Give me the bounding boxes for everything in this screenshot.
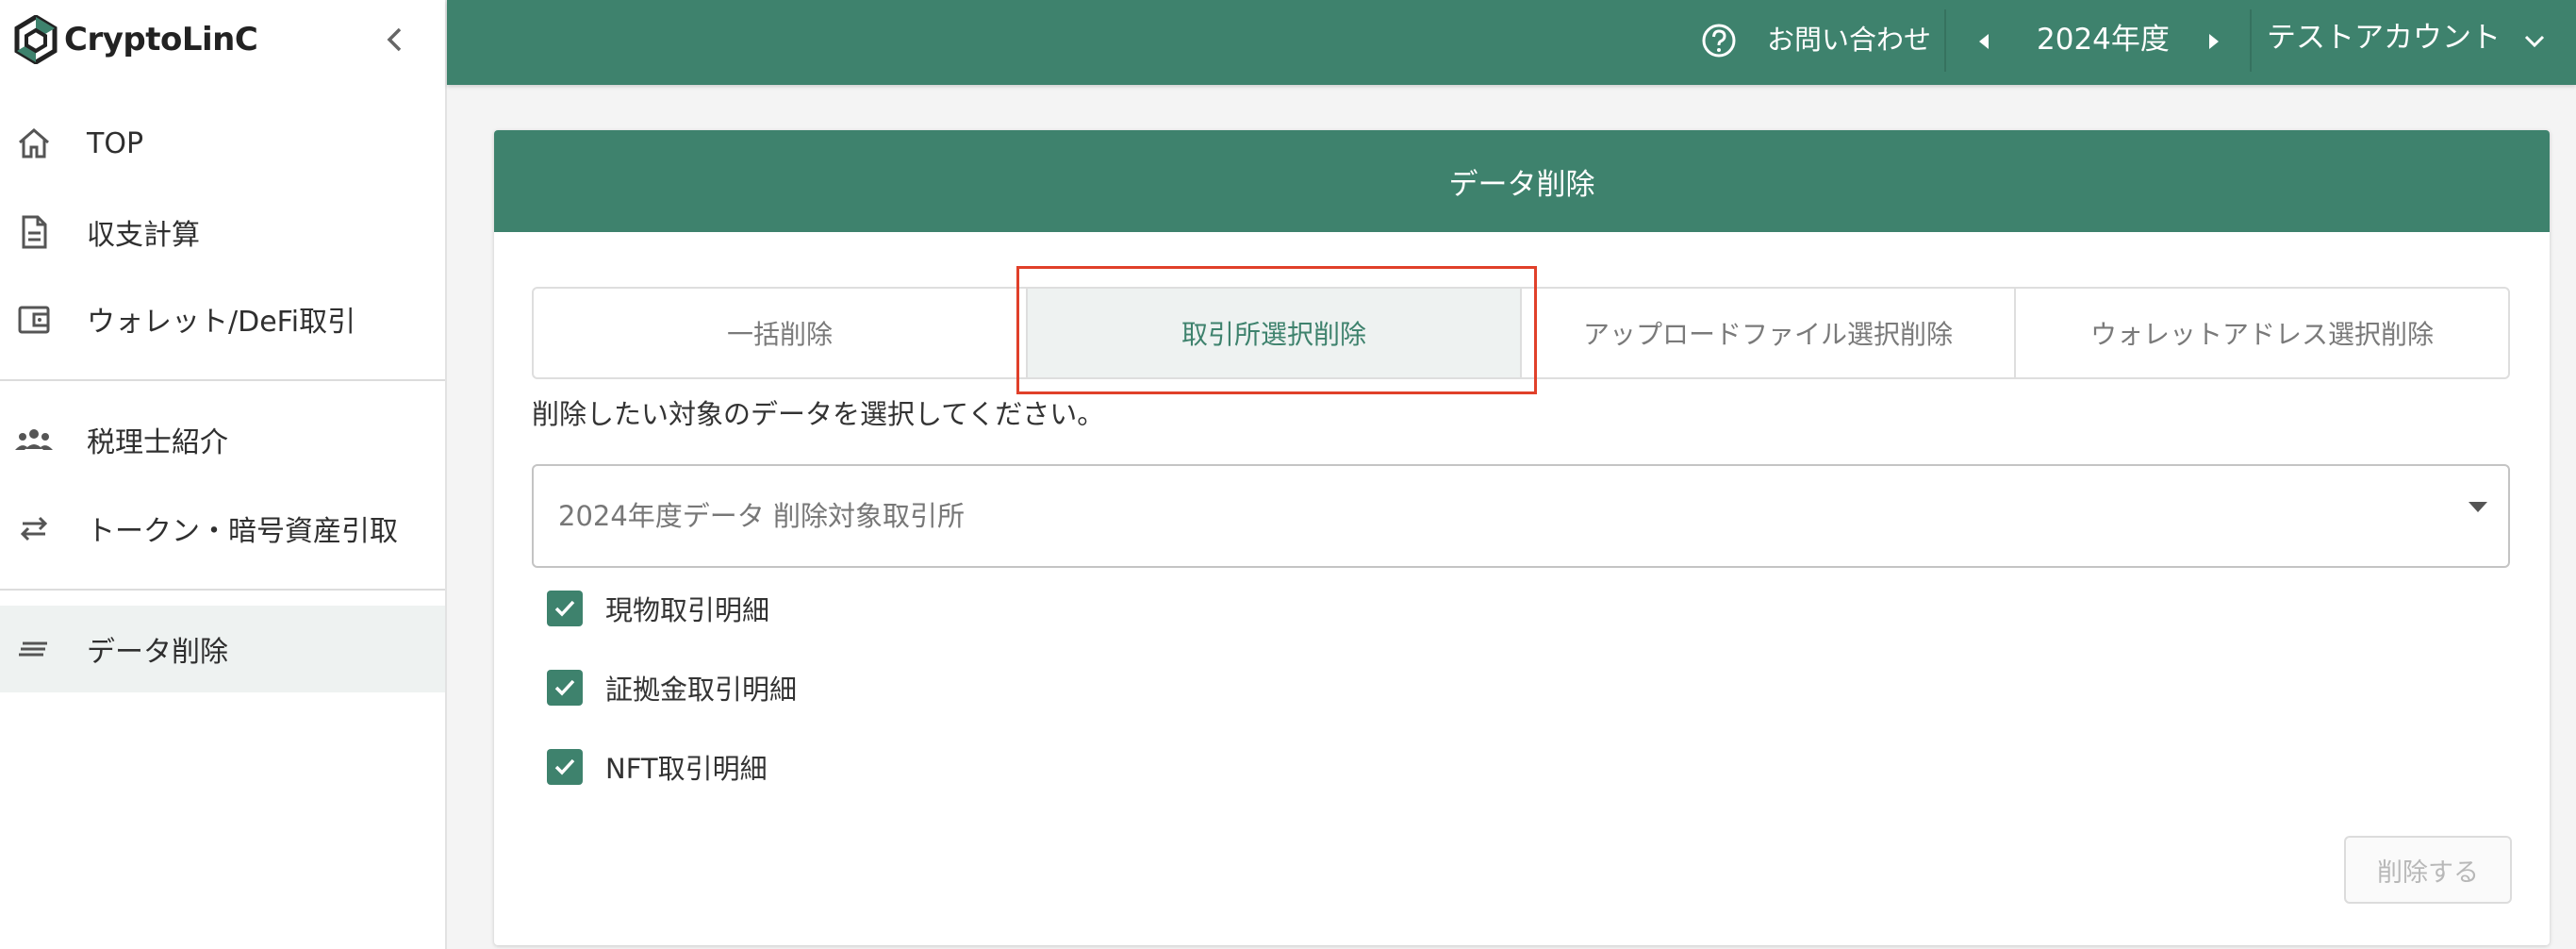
checkbox-checked-icon[interactable] — [547, 591, 583, 626]
sidebar-item-wallet-defi[interactable]: ウォレット/DeFi取引 — [0, 275, 445, 362]
checkbox-label: 証拠金取引明細 — [605, 674, 798, 706]
tab-exchange-select-delete[interactable]: 取引所選択削除 — [1028, 289, 1522, 377]
header-separator — [2250, 9, 2252, 72]
delete-button[interactable]: 削除する — [2344, 836, 2512, 904]
checkbox-spot-trades[interactable]: 現物取引明細 — [547, 585, 769, 632]
sidebar-item-label: 税理士紹介 — [87, 426, 228, 459]
sidebar: CryptoLinC TOP 収支計算 ウォレット/DeFi取引 税理士紹介 ト… — [0, 0, 447, 949]
sidebar-item-label: トークン・暗号資産引取 — [87, 515, 398, 548]
lines-icon — [13, 628, 55, 670]
chevron-down-icon — [2524, 35, 2545, 48]
instruction-text: 削除したい対象のデータを選択してください。 — [532, 398, 1105, 430]
sidebar-item-tax-accountant[interactable]: 税理士紹介 — [0, 396, 445, 483]
swap-icon — [13, 508, 55, 549]
tab-bulk-delete[interactable]: 一括削除 — [534, 289, 1028, 377]
contact-link[interactable]: お問い合わせ — [1767, 17, 1931, 62]
people-icon — [13, 419, 55, 460]
checkbox-margin-trades[interactable]: 証拠金取引明細 — [547, 664, 797, 711]
sidebar-item-token-takeover[interactable]: トークン・暗号資産引取 — [0, 485, 445, 572]
chevron-left-icon — [387, 27, 402, 52]
sidebar-item-label: ウォレット/DeFi取引 — [87, 306, 356, 339]
account-menu-toggle[interactable] — [2516, 23, 2553, 60]
tab-wallet-address-select-delete[interactable]: ウォレットアドレス選択削除 — [2016, 289, 2508, 377]
header-separator — [1944, 9, 1946, 72]
checkbox-checked-icon[interactable] — [547, 670, 583, 706]
sidebar-divider — [0, 379, 445, 381]
sidebar-item-data-deletion[interactable]: データ削除 — [0, 606, 445, 692]
sidebar-divider — [0, 589, 445, 591]
sidebar-item-top[interactable]: TOP — [0, 100, 445, 187]
tab-upload-file-select-delete[interactable]: アップロードファイル選択削除 — [1522, 289, 2016, 377]
caret-left-icon — [1979, 34, 1989, 49]
checkbox-checked-icon[interactable] — [547, 749, 583, 785]
help-button[interactable] — [1697, 19, 1741, 62]
checkbox-nft-trades[interactable]: NFT取引明細 — [547, 743, 768, 791]
card-title: データ削除 — [1448, 167, 1595, 202]
sidebar-item-label: 収支計算 — [87, 219, 200, 252]
cryptolinc-logo-icon — [14, 15, 58, 64]
dropdown-arrow-icon — [2469, 502, 2487, 512]
sidebar-item-label: TOP — [87, 126, 144, 160]
card-header: データ削除 — [494, 130, 2550, 232]
account-menu[interactable]: テストアカウント — [2267, 15, 2501, 60]
checkbox-label: 現物取引明細 — [605, 594, 770, 626]
wallet-icon — [13, 298, 55, 340]
deletion-mode-tabs: 一括削除 取引所選択削除 アップロードファイル選択削除 ウォレットアドレス選択削… — [532, 287, 2510, 379]
caret-right-icon — [2209, 34, 2219, 49]
brand[interactable]: CryptoLinC — [13, 13, 258, 66]
next-year-button[interactable] — [2195, 23, 2233, 60]
checkbox-label: NFT取引明細 — [605, 753, 768, 785]
help-icon — [1702, 24, 1736, 58]
sidebar-item-income-calculation[interactable]: 収支計算 — [0, 189, 445, 275]
data-deletion-card: データ削除 一括削除 取引所選択削除 アップロードファイル選択削除 ウォレットア… — [494, 130, 2550, 945]
document-icon — [13, 211, 55, 253]
sidebar-item-label: データ削除 — [87, 636, 228, 669]
exchange-select[interactable]: 2024年度データ 削除対象取引所 — [532, 464, 2510, 568]
exchange-select-placeholder: 2024年度データ 削除対象取引所 — [558, 500, 966, 532]
top-header: お問い合わせ 2024年度 テストアカウント — [447, 0, 2576, 85]
collapse-sidebar-button[interactable] — [375, 19, 413, 60]
brand-name: CryptoLinC — [64, 21, 258, 58]
previous-year-button[interactable] — [1965, 23, 2003, 60]
home-icon — [13, 123, 55, 164]
fiscal-year-label: 2024年度 — [2037, 23, 2170, 57]
